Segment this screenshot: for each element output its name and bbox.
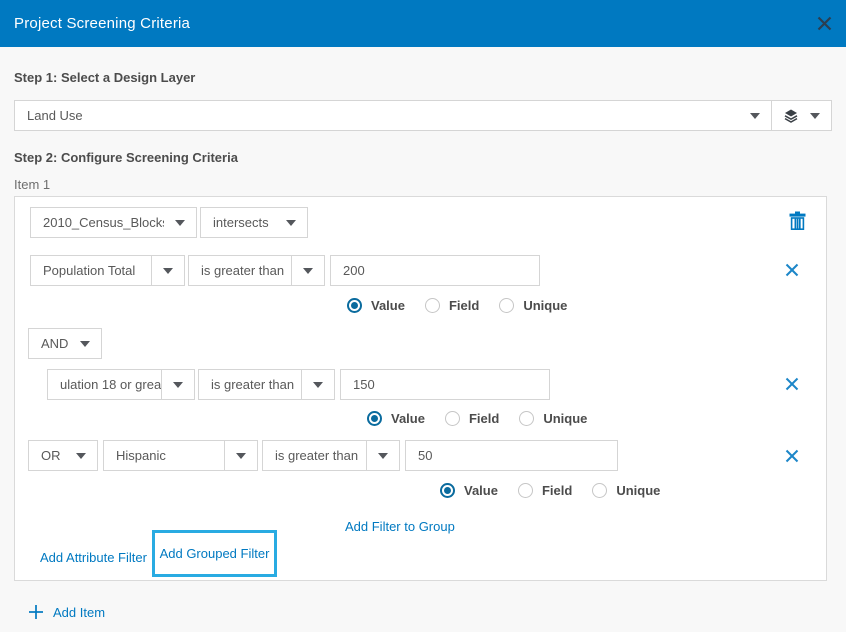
filter3-operator-value: is greater than bbox=[263, 448, 366, 463]
filter2-value-input[interactable] bbox=[340, 369, 550, 400]
add-filter-to-group-link[interactable]: Add Filter to Group bbox=[345, 519, 455, 534]
radio-label: Unique bbox=[616, 483, 660, 498]
divider bbox=[291, 256, 292, 285]
radio-label: Unique bbox=[543, 411, 587, 426]
remove-filter2-icon[interactable] bbox=[785, 377, 799, 391]
add-attribute-filter-link[interactable]: Add Attribute Filter bbox=[40, 550, 147, 565]
chevron-down-icon bbox=[236, 453, 246, 459]
radio-label: Value bbox=[464, 483, 498, 498]
chevron-down-icon bbox=[175, 220, 185, 226]
chevron-down-icon bbox=[173, 382, 183, 388]
filter1-operator-dropdown[interactable]: is greater than bbox=[188, 255, 325, 286]
filter1-radio-field[interactable]: Field bbox=[425, 298, 479, 313]
filter3-logic-value: OR bbox=[29, 448, 65, 463]
filter1-field-value: Population Total bbox=[31, 263, 151, 278]
add-item-label: Add Item bbox=[53, 605, 105, 620]
filter1-value-input[interactable] bbox=[330, 255, 540, 286]
chevron-down-icon bbox=[163, 268, 173, 274]
filter2-logic-value: AND bbox=[29, 336, 69, 351]
divider bbox=[301, 370, 302, 399]
divider bbox=[771, 101, 772, 130]
radio-unselected-icon[interactable] bbox=[445, 411, 460, 426]
plus-icon bbox=[28, 604, 44, 620]
divider bbox=[366, 441, 367, 470]
remove-filter3-icon[interactable] bbox=[785, 449, 799, 463]
chevron-down-icon[interactable] bbox=[810, 113, 820, 119]
radio-unselected-icon[interactable] bbox=[519, 411, 534, 426]
add-grouped-filter-highlight: Add Grouped Filter bbox=[152, 530, 277, 577]
radio-unselected-icon[interactable] bbox=[592, 483, 607, 498]
chevron-down-icon bbox=[80, 341, 90, 347]
divider bbox=[224, 441, 225, 470]
delete-item-trash-icon[interactable] bbox=[789, 211, 806, 230]
radio-unselected-icon[interactable] bbox=[518, 483, 533, 498]
radio-label: Unique bbox=[523, 298, 567, 313]
dialog-header: Project Screening Criteria bbox=[0, 0, 846, 47]
chevron-down-icon bbox=[286, 220, 296, 226]
radio-unselected-icon[interactable] bbox=[499, 298, 514, 313]
item1-label: Item 1 bbox=[14, 177, 50, 192]
design-layer-dropdown[interactable]: Land Use bbox=[14, 100, 832, 131]
radio-selected-icon[interactable] bbox=[440, 483, 455, 498]
radio-selected-icon[interactable] bbox=[367, 411, 382, 426]
radio-selected-icon[interactable] bbox=[347, 298, 362, 313]
radio-label: Field bbox=[469, 411, 499, 426]
filter1-radio-value[interactable]: Value bbox=[347, 298, 405, 313]
radio-unselected-icon[interactable] bbox=[425, 298, 440, 313]
chevron-down-icon bbox=[76, 453, 86, 459]
filter2-field-dropdown[interactable]: ulation 18 or greater bbox=[47, 369, 195, 400]
dialog-title: Project Screening Criteria bbox=[0, 15, 190, 32]
filter3-value-input[interactable] bbox=[405, 440, 618, 471]
filter2-field-value: ulation 18 or greater bbox=[48, 377, 161, 392]
design-layer-value: Land Use bbox=[15, 108, 739, 123]
filter2-operator-value: is greater than bbox=[199, 377, 301, 392]
step1-label: Step 1: Select a Design Layer bbox=[14, 70, 195, 85]
filter2-radio-field[interactable]: Field bbox=[445, 411, 499, 426]
radio-label: Value bbox=[391, 411, 425, 426]
remove-filter1-icon[interactable] bbox=[785, 263, 799, 277]
step2-label: Step 2: Configure Screening Criteria bbox=[14, 150, 238, 165]
filter2-mode-radios: Value Field Unique bbox=[367, 411, 587, 426]
filter1-field-dropdown[interactable]: Population Total bbox=[30, 255, 185, 286]
chevron-down-icon bbox=[378, 453, 388, 459]
filter3-logic-dropdown[interactable]: OR bbox=[28, 440, 98, 471]
filter1-operator-value: is greater than bbox=[189, 263, 291, 278]
filter2-radio-value[interactable]: Value bbox=[367, 411, 425, 426]
filter3-operator-dropdown[interactable]: is greater than bbox=[262, 440, 400, 471]
filter3-field-dropdown[interactable]: Hispanic bbox=[103, 440, 258, 471]
filter1-mode-radios: Value Field Unique bbox=[347, 298, 567, 313]
filter3-field-value: Hispanic bbox=[104, 448, 224, 463]
add-item-button[interactable]: Add Item bbox=[28, 604, 105, 620]
filter1-radio-unique[interactable]: Unique bbox=[499, 298, 567, 313]
filter3-radio-unique[interactable]: Unique bbox=[592, 483, 660, 498]
add-grouped-filter-link[interactable]: Add Grouped Filter bbox=[160, 546, 270, 561]
radio-label: Value bbox=[371, 298, 405, 313]
filter2-radio-unique[interactable]: Unique bbox=[519, 411, 587, 426]
divider bbox=[161, 370, 162, 399]
close-icon[interactable] bbox=[816, 15, 833, 32]
radio-label: Field bbox=[449, 298, 479, 313]
filter2-logic-dropdown[interactable]: AND bbox=[28, 328, 102, 359]
layers-icon[interactable] bbox=[783, 108, 799, 124]
item-layer-value: 2010_Census_Blocks bbox=[31, 215, 164, 230]
spatial-relation-value: intersects bbox=[201, 215, 275, 230]
filter3-mode-radios: Value Field Unique bbox=[440, 483, 660, 498]
chevron-down-icon bbox=[313, 382, 323, 388]
filter2-operator-dropdown[interactable]: is greater than bbox=[198, 369, 335, 400]
spatial-relation-dropdown[interactable]: intersects bbox=[200, 207, 308, 238]
project-screening-criteria-dialog: Project Screening Criteria Step 1: Selec… bbox=[0, 0, 846, 632]
filter3-radio-field[interactable]: Field bbox=[518, 483, 572, 498]
item-layer-dropdown[interactable]: 2010_Census_Blocks bbox=[30, 207, 197, 238]
radio-label: Field bbox=[542, 483, 572, 498]
filter3-radio-value[interactable]: Value bbox=[440, 483, 498, 498]
divider bbox=[151, 256, 152, 285]
chevron-down-icon bbox=[750, 113, 760, 119]
chevron-down-icon bbox=[303, 268, 313, 274]
